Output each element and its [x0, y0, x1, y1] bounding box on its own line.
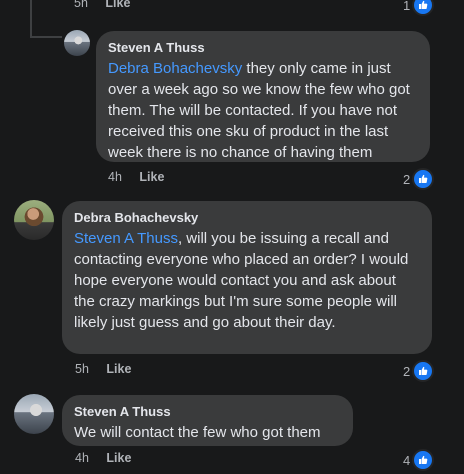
thumbs-up-icon: [412, 0, 435, 16]
reaction-count[interactable]: 4: [403, 449, 435, 471]
avatar[interactable]: [14, 394, 54, 434]
comment-text: Steven A Thuss, will you be issuing a re…: [74, 228, 420, 333]
timestamp: 5h: [74, 0, 88, 10]
mention-link[interactable]: Debra Bohachevsky: [108, 60, 242, 77]
avatar[interactable]: [64, 30, 90, 56]
comment-text: Debra Bohachevsky they only came in just…: [108, 58, 418, 163]
like-link[interactable]: Like: [106, 362, 131, 376]
reaction-number: 2: [403, 171, 411, 187]
thread-line-curve: [30, 36, 62, 38]
comment-bubble: Steven A Thuss We will contact the few w…: [62, 395, 353, 446]
like-link[interactable]: Like: [139, 170, 164, 184]
comment-meta: 4h Like: [108, 170, 178, 184]
thread-line: [30, 0, 32, 36]
comment-text: We will contact the few who got them: [74, 424, 321, 441]
timestamp: 4h: [75, 451, 89, 465]
comment-author[interactable]: Steven A Thuss: [108, 39, 418, 56]
reaction-number: 2: [403, 363, 411, 379]
comment-author[interactable]: Debra Bohachevsky: [74, 209, 420, 226]
thumbs-up-icon: [412, 360, 435, 382]
top-comment-meta: 5h Like: [74, 0, 144, 10]
like-link[interactable]: Like: [105, 0, 130, 10]
reaction-number: 4: [403, 452, 411, 468]
timestamp: 4h: [108, 170, 122, 184]
reaction-count[interactable]: 1: [403, 0, 435, 16]
like-link[interactable]: Like: [106, 451, 131, 465]
reaction-number: 1: [403, 0, 411, 13]
comment-meta: 5h Like: [75, 362, 145, 376]
avatar[interactable]: [14, 200, 54, 240]
reaction-count[interactable]: 2: [403, 168, 435, 190]
reaction-count[interactable]: 2: [403, 360, 435, 382]
thumbs-up-icon: [412, 449, 435, 471]
mention-link[interactable]: Steven A Thuss: [74, 230, 178, 247]
comment-bubble: Steven A Thuss Debra Bohachevsky they on…: [96, 31, 430, 162]
timestamp: 5h: [75, 362, 89, 376]
thumbs-up-icon: [412, 168, 435, 190]
comment-author[interactable]: Steven A Thuss: [74, 403, 341, 420]
comment-meta: 4h Like: [75, 451, 145, 465]
comment-bubble: Debra Bohachevsky Steven A Thuss, will y…: [62, 201, 432, 354]
